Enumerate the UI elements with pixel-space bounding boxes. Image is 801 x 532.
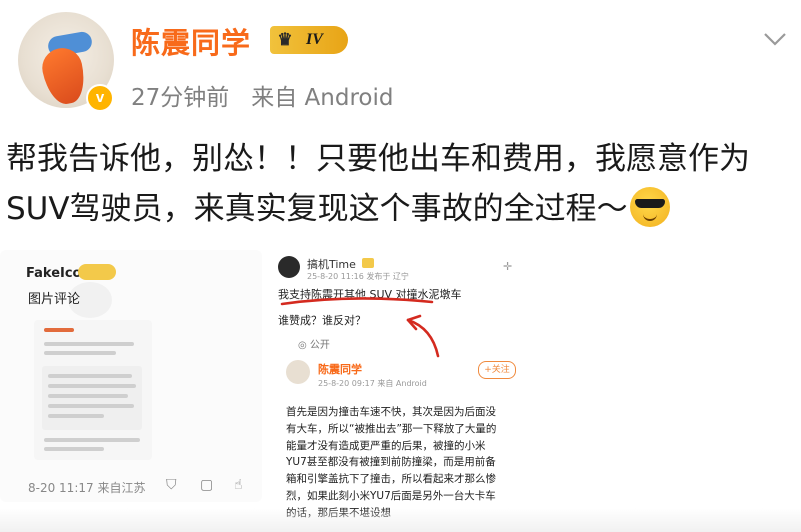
add-icon: ✛	[503, 260, 513, 273]
comment-icon[interactable]: ▢	[200, 477, 213, 493]
red-annotation	[280, 297, 440, 358]
reply-meta: 25-8-20 09:17 来自 Android	[318, 378, 427, 389]
cool-sunglasses-emoji-icon	[629, 187, 670, 227]
level-badge-text: IV	[306, 31, 323, 48]
avatar-carrot-shape	[38, 44, 90, 108]
visibility-text: 公开	[309, 340, 330, 351]
visibility-label: ◎ 公开	[298, 336, 330, 351]
card-line	[48, 374, 132, 378]
globe-icon: ◎	[298, 340, 307, 351]
follow-button[interactable]: +关注	[478, 361, 516, 379]
reply-username: 陈震同学	[318, 363, 362, 376]
post-text: 帮我告诉他，别怂！！只要他出车和费用，我愿意作为SUV驾驶员，来真实复现这个事故…	[6, 134, 796, 234]
quoted-username: 搞机Time	[307, 258, 356, 271]
card-line	[44, 328, 74, 332]
card-line	[44, 342, 134, 346]
post-timestamp: 27分钟前	[131, 85, 230, 111]
red-underline	[280, 297, 434, 306]
chevron-down-icon[interactable]	[762, 26, 788, 52]
image-left-quoted-card	[42, 366, 142, 430]
card-line	[48, 384, 136, 388]
image-left-section: 图片评论	[28, 292, 81, 307]
reply-user-avatar	[286, 360, 310, 384]
username[interactable]: 陈震同学	[131, 20, 251, 62]
reply-from: 来自 Android	[377, 379, 427, 388]
shield-icon[interactable]: ⛉	[166, 477, 177, 493]
level-badge[interactable]: ♛ IV	[270, 26, 348, 54]
reply-time: 25-8-20 09:17	[318, 379, 375, 388]
card-line	[44, 351, 116, 355]
crown-icon: ♛	[277, 30, 293, 49]
verified-badge-icon: v	[86, 84, 114, 112]
post-meta: 27分钟前 来自 Android	[131, 78, 393, 112]
card-line	[44, 438, 140, 442]
card-line	[48, 414, 104, 418]
image-left-meta: 8-20 11:17 来自江苏	[28, 479, 145, 496]
bottom-fade	[0, 508, 801, 532]
image-left-badge	[78, 264, 116, 280]
card-line	[48, 404, 134, 408]
card-line	[44, 447, 104, 451]
like-icon[interactable]: ☝	[234, 477, 243, 493]
post-source: 来自 Android	[251, 85, 394, 111]
image-left-source: 来自江苏	[97, 481, 146, 495]
reply-body: 首先是因为撞击车速不快，其次是因为后面没有大车，所以“被推出去”那一下释放了大量…	[286, 406, 497, 519]
quoted-user-badge	[362, 258, 374, 268]
card-line	[48, 394, 128, 398]
image-left-timestamp: 8-20 11:17	[28, 481, 94, 495]
quoted-user-avatar	[278, 256, 300, 278]
